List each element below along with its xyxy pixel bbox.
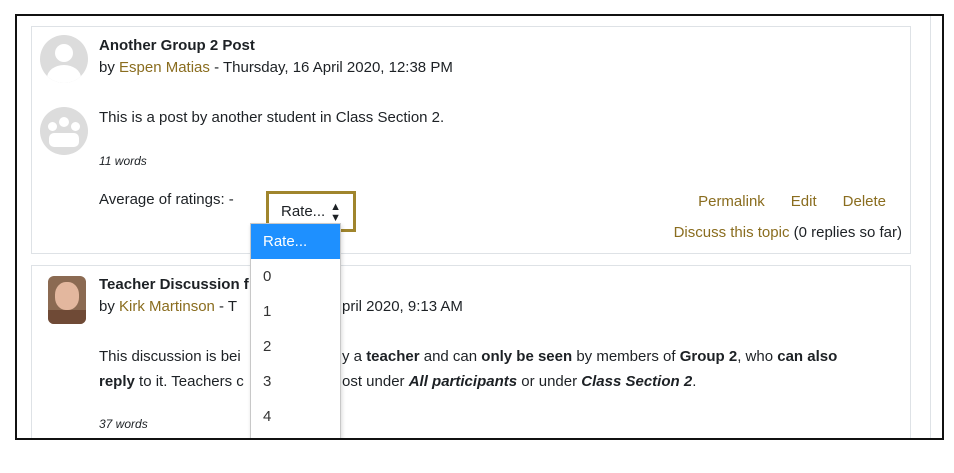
word-count: 11 words — [99, 154, 147, 168]
post-body: This is a post by another student in Cla… — [99, 109, 445, 126]
user-avatar[interactable] — [40, 35, 88, 83]
rate-dropdown-list: Rate... 0 1 2 3 4 — [250, 223, 341, 438]
rate-option[interactable]: 2 — [251, 329, 340, 364]
rate-option[interactable]: 3 — [251, 364, 340, 399]
post-byline: by Espen Matias - Thursday, 16 April 202… — [99, 59, 453, 76]
post-body-line1-rest: y a teacher and can only be seen by memb… — [342, 348, 837, 365]
text-bold-only: only be seen — [481, 348, 573, 365]
text-bold-teacher: teacher — [366, 348, 420, 365]
post-date: - Thursday, 16 April 2020, 12:38 PM — [209, 59, 453, 76]
average-ratings-label: Average of ratings: - — [99, 191, 234, 208]
rate-option[interactable]: 1 — [251, 294, 340, 329]
text-span: , who — [737, 348, 778, 365]
author-link[interactable]: Kirk Martinson — [119, 298, 215, 315]
text-span: and can — [419, 348, 482, 365]
teacher-avatar[interactable] — [48, 276, 86, 324]
text-bold-group: Group 2 — [679, 348, 738, 365]
author-link[interactable]: Espen Matias — [119, 59, 210, 76]
rate-select-value: Rate... — [281, 203, 326, 220]
select-arrows-icon: ▲ ▼ — [330, 201, 341, 224]
rate-option[interactable]: 4 — [251, 399, 340, 434]
forum-post: Another Group 2 Post by Espen Matias - T… — [31, 26, 911, 254]
post-byline: by Kirk Martinson - T — [99, 298, 237, 315]
group-avatar — [40, 107, 88, 155]
text-bold-italic-section: Class Section 2 — [581, 373, 693, 390]
text-span: by members of — [572, 348, 680, 365]
permalink-link[interactable]: Permalink — [698, 193, 765, 210]
divider — [930, 16, 931, 438]
text-span: y a — [342, 348, 367, 365]
rate-option[interactable]: 0 — [251, 259, 340, 294]
rate-option[interactable]: Rate... — [251, 224, 340, 259]
post-title: Teacher Discussion f — [99, 276, 249, 293]
post-body-line2-rest: ost under All participants or under Clas… — [342, 373, 696, 390]
text-bold-can: can also — [777, 348, 838, 365]
byline-prefix: by — [99, 298, 120, 315]
delete-link[interactable]: Delete — [843, 193, 886, 210]
forum-post: Teacher Discussion f by Kirk Martinson -… — [31, 265, 911, 438]
replies-count: (0 replies so far) — [793, 224, 902, 241]
post-date-continued: pril 2020, 9:13 AM — [342, 298, 463, 315]
text-bold-italic-all: All participants — [408, 373, 518, 390]
post-actions: Permalink Edit Delete — [672, 193, 886, 210]
post-body-line1-start: This discussion is bei — [99, 348, 241, 365]
forum-frame: Another Group 2 Post by Espen Matias - T… — [15, 14, 944, 440]
discuss-topic-link[interactable]: Discuss this topic — [674, 224, 790, 241]
text-span: . — [692, 373, 697, 390]
edit-link[interactable]: Edit — [791, 193, 817, 210]
word-count: 37 words — [99, 417, 148, 431]
discuss-row: Discuss this topic (0 replies so far) — [674, 224, 902, 241]
post-date: - T — [214, 298, 238, 315]
post-title: Another Group 2 Post — [99, 37, 255, 54]
text-bold-reply: reply — [99, 373, 135, 390]
byline-prefix: by — [99, 59, 120, 76]
text-span: to it. Teachers c — [134, 373, 244, 390]
text-span: ost under — [342, 373, 409, 390]
post-body-line2-start: reply to it. Teachers c — [99, 373, 244, 390]
text-span: or under — [517, 373, 582, 390]
